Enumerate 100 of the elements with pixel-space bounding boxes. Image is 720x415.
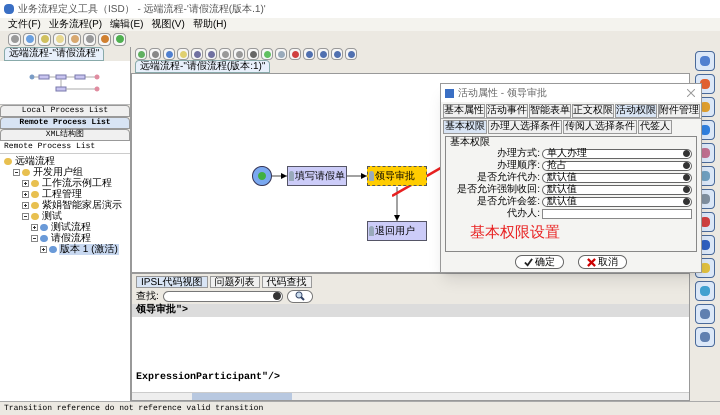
tree-item[interactable]: 远端流程 (14, 156, 56, 167)
dialog-tab[interactable]: 附件管理 (658, 104, 700, 118)
person-icon (289, 171, 294, 181)
search-button[interactable] (286, 290, 313, 302)
collapse-icon[interactable] (22, 213, 29, 220)
field-label: 是否允许代办: (476, 172, 540, 183)
tree-item[interactable]: 工程管理 (41, 189, 83, 200)
collapse-icon[interactable] (13, 169, 20, 176)
field-label: 办理方式: (496, 148, 540, 159)
toolbar-icon[interactable] (23, 32, 36, 46)
expand-icon[interactable] (22, 202, 29, 209)
list-tab[interactable]: XML结构图 (0, 129, 130, 141)
window-title: 业务流程定义工具（ISD） - 远端流程-'请假流程(版本.1)' (18, 2, 266, 16)
menu-item[interactable]: 编辑(E) (110, 18, 144, 30)
close-button[interactable] (685, 87, 697, 99)
toolbar-icon[interactable] (8, 32, 21, 46)
toolbar-icon[interactable] (289, 48, 301, 60)
dialog-tab[interactable]: 正文权限 (572, 104, 614, 118)
person-icon (369, 226, 374, 236)
dialog-tab[interactable]: 基本属性 (443, 104, 485, 118)
expand-icon[interactable] (22, 191, 29, 198)
tree-item[interactable]: 版本 1 (激活) (59, 244, 119, 255)
menu-item[interactable]: 帮助(H) (192, 18, 227, 30)
menu-item[interactable]: 文件(F) (8, 18, 41, 30)
folder-icon (4, 158, 12, 165)
menu-item[interactable]: 视图(V) (151, 18, 185, 30)
toolbar-icon[interactable] (163, 48, 175, 60)
process-tab[interactable]: 远端流程-"请假流程" (4, 47, 104, 61)
annotation-text: 基本权限设置 (470, 223, 560, 243)
toolbar-icon[interactable] (53, 32, 66, 46)
tree-item[interactable]: 测试 (41, 211, 63, 222)
tree-item[interactable]: 开发用户组 (32, 167, 84, 178)
dialog-tab[interactable]: 活动权限 (615, 104, 657, 118)
expand-icon[interactable] (40, 246, 47, 253)
horizontal-scrollbar[interactable] (132, 392, 689, 400)
toolbar-icon[interactable] (205, 48, 217, 60)
toolbar-icon[interactable] (345, 48, 357, 60)
list-tab[interactable]: Local Process List (0, 105, 130, 117)
app-icon (4, 4, 14, 14)
dialog-tab[interactable]: 智能表单 (529, 104, 571, 118)
dropdown-field[interactable]: 抢占 (542, 160, 692, 170)
play-icon (258, 172, 266, 180)
toolbar-icon[interactable] (303, 48, 315, 60)
cross-icon (587, 258, 596, 266)
menu-item[interactable]: 业务流程(P) (48, 18, 102, 30)
input-field[interactable] (542, 208, 692, 218)
editor-tab[interactable]: 远端流程-"请假流程(版本:1)" (135, 60, 270, 73)
dialog-subtab[interactable]: 传阅人选择条件 (563, 120, 637, 134)
node-label: 填写请假单 (295, 170, 345, 184)
dropdown-field[interactable]: 默认值 (542, 196, 692, 206)
field-label: 代办人: (506, 208, 540, 219)
dialog-subtab[interactable]: 办理人选择条件 (488, 120, 562, 134)
magnifier-icon (294, 291, 305, 301)
dropdown-field[interactable]: 默认值 (542, 172, 692, 182)
search-label: 查找: (136, 290, 159, 303)
dropdown-field[interactable]: 单人办理 (542, 148, 692, 158)
tree-item[interactable]: 请假流程 (50, 233, 92, 244)
dialog-subtab[interactable]: 基本权限 (443, 120, 487, 134)
tree-item[interactable]: 测试流程 (50, 222, 92, 233)
code-line: ExpressionParticipant"/> (135, 371, 282, 384)
toolbar-icon[interactable] (247, 48, 259, 60)
dialog-tab[interactable]: 活动事件 (486, 104, 528, 118)
node-label: 领导审批 (375, 170, 415, 184)
toolbar-icon[interactable] (275, 48, 287, 60)
bottom-tab[interactable]: 问题列表 (210, 276, 260, 288)
toolbar-icon[interactable] (219, 48, 231, 60)
dropdown-field[interactable]: 默认值 (542, 184, 692, 194)
dialog-button[interactable]: 确定 (515, 255, 564, 269)
activity-node[interactable]: 退回用户 (367, 221, 427, 241)
dialog-button[interactable]: 取消 (578, 255, 627, 269)
toolbar-icon[interactable] (113, 32, 126, 46)
toolbar-icon[interactable] (38, 32, 51, 46)
activity-node[interactable]: 领导审批 (367, 166, 427, 186)
tree-item[interactable]: 工作流示例工程 (41, 178, 113, 189)
toolbar-icon[interactable] (191, 48, 203, 60)
toolbar-icon[interactable] (317, 48, 329, 60)
collapse-icon[interactable] (31, 235, 38, 242)
bottom-tab[interactable]: 代码查找 (262, 276, 312, 288)
bottom-tab[interactable]: IPSL代码视图 (136, 276, 208, 288)
toolbar-icon[interactable] (98, 32, 111, 46)
toolbar-icon[interactable] (261, 48, 273, 60)
tree-header: Remote Process List (0, 141, 130, 154)
toolbar-icon[interactable] (177, 48, 189, 60)
tree-item[interactable]: 紫娟智能家居演示 (41, 200, 123, 211)
toolbar-icon[interactable] (233, 48, 245, 60)
expand-icon[interactable] (31, 224, 38, 231)
toolbar-icon[interactable] (83, 32, 96, 46)
search-combo[interactable] (162, 290, 283, 302)
list-tab[interactable]: Remote Process List (0, 117, 130, 129)
toolbar-icon[interactable] (149, 48, 161, 60)
person-icon (369, 171, 374, 181)
field-label: 办理顺序: (496, 160, 540, 171)
activity-node[interactable]: 填写请假单 (287, 166, 347, 186)
expand-icon[interactable] (22, 180, 29, 187)
group-label: 基本权限 (450, 137, 491, 148)
toolbar-icon[interactable] (68, 32, 81, 46)
toolbar-icon[interactable] (135, 48, 147, 60)
toolbar-icon[interactable] (331, 48, 343, 60)
dialog-title: 活动属性 - 领导审批 (458, 86, 548, 100)
dialog-subtab[interactable]: 代签人 (638, 120, 672, 134)
